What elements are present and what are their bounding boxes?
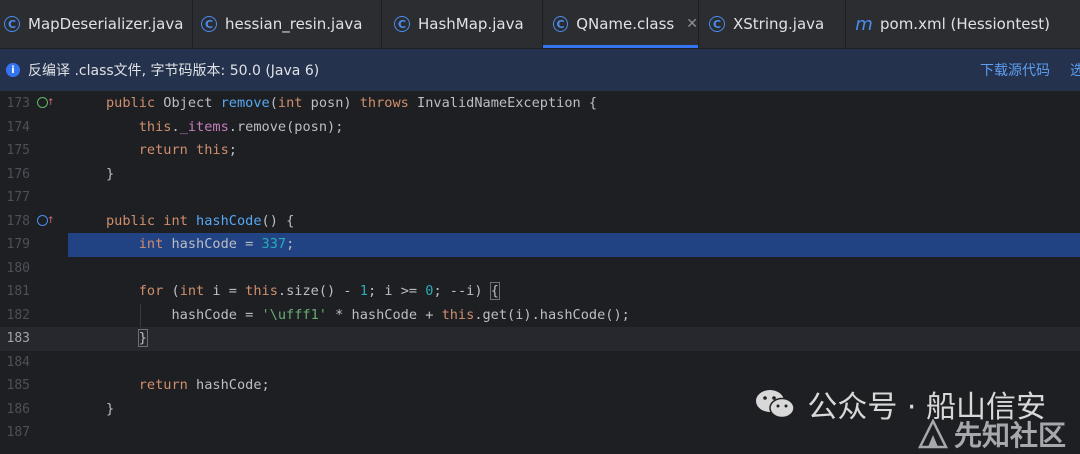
watermark-text-2: 先知社区 [953,419,1066,452]
class-c-icon: C [4,16,20,32]
tab-pom-xml[interactable]: m pom.xml (Hessiontest) [846,0,1076,48]
editor-tab-bar: C MapDeserializer.java C hessian_resin.j… [0,0,1080,49]
choose-sources-link[interactable]: 选 [1070,49,1080,91]
wechat-icon [756,390,796,419]
class-c-icon: C [553,16,569,32]
line-number: 181 [6,284,30,299]
download-sources-link[interactable]: 下载源代码 [980,49,1050,91]
code-line: 182 hashCode = '\ufff1' * hashCode + thi… [0,304,1080,328]
tab-hessian-resin[interactable]: C hessian_resin.java [193,0,381,48]
tab-label: QName.class [576,15,675,33]
line-number: 173 [6,96,30,111]
tab-qname-class[interactable]: C QName.class ✕ [543,0,698,48]
tab-label: pom.xml (Hessiontest) [880,15,1051,33]
line-number: 179 [6,237,30,252]
class-c-icon: C [201,16,217,32]
close-icon[interactable]: ✕ [686,16,698,32]
code-line: 180 [0,257,1080,281]
code-line: 181 for (int i = this.size() - 1; i >= 0… [0,280,1080,304]
tab-mapdeserializer[interactable]: C MapDeserializer.java [0,0,192,48]
code-line-current: 183 } [0,327,1080,351]
tab-label: HashMap.java [418,15,524,33]
override-icon[interactable]: ↑ [37,214,55,226]
tab-label: XString.java [733,15,825,33]
code-line: 184 [0,351,1080,375]
code-line: 175 return this; [0,139,1080,163]
decompiled-info-banner: i 反编译 .class文件, 字节码版本: 50.0 (Java 6) 下载源… [0,49,1080,92]
line-number: 174 [6,119,30,135]
info-icon: i [6,63,20,77]
line-number: 175 [6,143,30,158]
line-number: 183 [6,331,30,346]
line-number: 186 [6,401,30,417]
code-line: 173 ↑ public Object remove(int posn) thr… [0,92,1080,116]
tab-label: hessian_resin.java [225,15,363,33]
override-icon[interactable]: ↑ [37,97,55,108]
line-number: 182 [6,307,30,323]
code-line-selected: 179 int hashCode = 337; [0,233,1080,257]
line-number: 184 [6,354,30,370]
xianzhi-logo-icon [917,419,948,449]
line-number: 180 [6,260,30,276]
code-line: 178 ↑ public int hashCode() { [0,210,1080,234]
code-line: 174 this._items.remove(posn); [0,116,1080,140]
line-number: 176 [6,166,30,182]
line-number: 177 [6,190,30,205]
tab-hashmap[interactable]: C HashMap.java [382,0,542,48]
line-number: 178 [6,213,30,229]
code-line: 176 } [0,163,1080,187]
code-line: 177 [0,186,1080,210]
banner-text: 反编译 .class文件, 字节码版本: 50.0 (Java 6) [28,63,320,79]
class-c-icon: C [394,16,410,32]
tab-xstring[interactable]: C XString.java [699,0,845,48]
class-c-icon: C [709,16,725,32]
maven-m-icon: m [855,13,873,35]
line-number: 187 [6,425,30,440]
line-number: 185 [6,378,30,393]
xianzhi-watermark: 先知社区 [917,414,1066,454]
tab-label: MapDeserializer.java [28,15,184,33]
